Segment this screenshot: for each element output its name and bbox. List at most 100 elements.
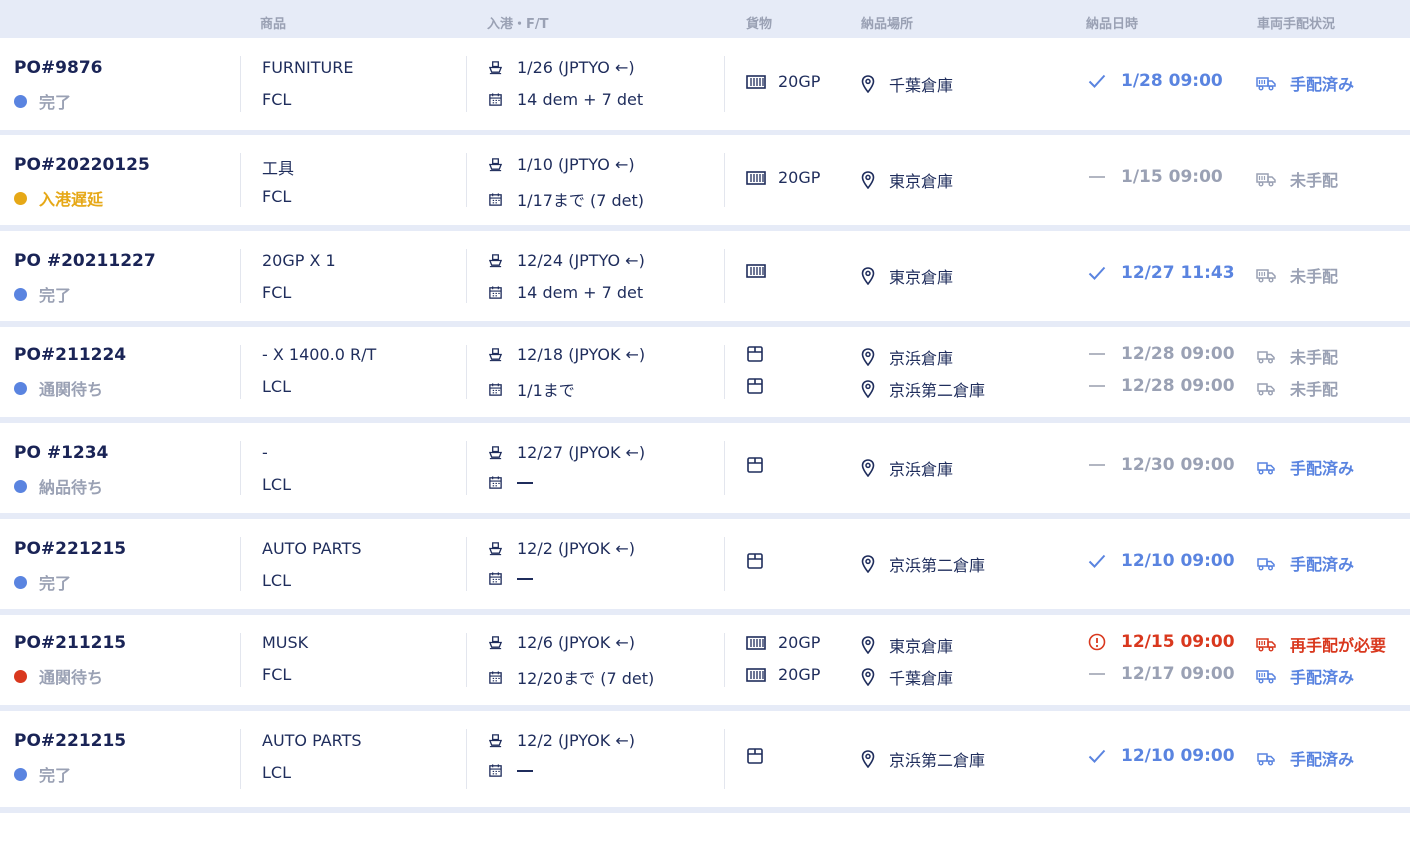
delivery-place: 京浜第二倉庫 (861, 747, 985, 771)
arrangement-status[interactable]: 手配済み (1256, 551, 1354, 575)
check-icon (1087, 74, 1107, 88)
delivery-place-label: 東京倉庫 (889, 172, 954, 191)
dash-icon (1087, 176, 1107, 178)
column-divider (724, 633, 725, 687)
arrangement-label: 手配済み (1290, 668, 1355, 687)
table-row[interactable]: PO#9876 完了 FURNITURE FCL 1/26 (JPTYO ←) 14 de… (0, 38, 1410, 130)
arrangement-label: 再手配が必要 (1290, 636, 1387, 655)
arrangement-status[interactable]: 手配済み (1256, 71, 1354, 95)
arrangement-status[interactable]: 手配済み (1256, 664, 1354, 688)
port-arrival: 1/10 (JPTYO ←) (488, 155, 635, 174)
table-row[interactable]: PO #1234 納品待ち - LCL 12/27 (JPYOK ←) 京浜倉庫 12/30… (0, 423, 1410, 513)
delivery-datetime: 12/15 09:00 (1087, 632, 1235, 652)
delivery-datetime-text: 12/10 09:00 (1121, 551, 1235, 571)
po-number[interactable]: PO#211215 (14, 633, 126, 653)
free-time: 1/1まで (488, 377, 575, 401)
table-row[interactable]: PO#221215 完了 AUTO PARTS LCL 12/2 (JPYOK ←) 京浜… (0, 711, 1410, 807)
location-pin-icon (861, 348, 889, 366)
ship-icon (488, 541, 517, 556)
calendar-icon (488, 475, 517, 490)
table-row[interactable]: PO #20211227 完了 20GP X 1 FCL 12/24 (JPTYO ←)… (0, 231, 1410, 321)
header-port: 入港・F/T (487, 17, 549, 32)
container-icon (746, 264, 778, 278)
delivery-place-label: 京浜第二倉庫 (889, 556, 986, 575)
column-divider (724, 537, 725, 591)
arrangement-status[interactable]: 未手配 (1256, 167, 1338, 191)
table-row[interactable]: PO#221215 完了 AUTO PARTS LCL 12/2 (JPYOK ←) 京浜… (0, 519, 1410, 609)
arrangement-status[interactable]: 未手配 (1256, 344, 1338, 368)
table-row[interactable]: PO#20220125 入港遅延 工具 FCL 1/10 (JPTYO ←) 1/17まで… (0, 135, 1410, 225)
column-divider (240, 729, 241, 789)
po-number[interactable]: PO#221215 (14, 731, 126, 751)
po-number[interactable]: PO#221215 (14, 539, 126, 559)
check-icon (1087, 554, 1107, 568)
delivery-place: 京浜倉庫 (861, 456, 953, 480)
delivery-datetime: 1/28 09:00 (1087, 71, 1223, 91)
table-row[interactable]: PO#211215 通関待ち MUSK FCL 12/6 (JPYOK ←) 12/20ま… (0, 615, 1410, 705)
free-time (488, 763, 533, 778)
column-divider (466, 153, 467, 207)
arrangement-label: 手配済み (1290, 75, 1355, 94)
cargo-cell: 20GP (746, 665, 820, 684)
delivery-place: 東京倉庫 (861, 633, 953, 657)
status-dot-icon (14, 575, 27, 589)
arrangement-status[interactable]: 手配済み (1256, 455, 1354, 479)
arrangement-label: 未手配 (1290, 171, 1339, 190)
po-number[interactable]: PO#9876 (14, 58, 102, 78)
ship-icon (488, 733, 517, 748)
cargo-size: 20GP (778, 633, 821, 652)
table-row[interactable]: PO#211224 通関待ち - X 1400.0 R/T LCL 12/18 (JPY… (0, 327, 1410, 417)
status-dot-icon (14, 381, 27, 395)
ship-icon (488, 253, 517, 268)
status-label: 完了 (39, 574, 72, 593)
column-divider (724, 441, 725, 495)
arrangement-status[interactable]: 再手配が必要 (1256, 632, 1386, 656)
ship-icon (488, 347, 517, 362)
po-number[interactable]: PO #1234 (14, 443, 108, 463)
truck-icon (1256, 556, 1290, 571)
ship-icon (488, 60, 517, 75)
product-name: 20GP X 1 (262, 251, 336, 270)
box-icon (746, 377, 776, 395)
port-arrival-text: 12/6 (JPYOK ←) (517, 633, 635, 652)
ship-icon (488, 635, 517, 650)
port-arrival: 12/24 (JPTYO ←) (488, 251, 645, 270)
delivery-datetime-text: 1/28 09:00 (1121, 71, 1223, 91)
shipment-type: LCL (262, 377, 291, 396)
column-divider (240, 633, 241, 687)
dash-icon (1087, 673, 1107, 675)
cargo-cell (746, 345, 776, 363)
location-pin-icon (861, 459, 889, 477)
port-arrival-text: 1/10 (JPTYO ←) (517, 155, 635, 174)
container-icon (746, 635, 778, 650)
po-number[interactable]: PO #20211227 (14, 251, 156, 271)
arrangement-status[interactable]: 未手配 (1256, 263, 1338, 287)
shipment-type: LCL (262, 475, 291, 494)
free-time-text: 1/17まで (7 det) (517, 191, 645, 210)
cargo-cell: 20GP (746, 168, 820, 187)
column-divider (240, 153, 241, 207)
cargo-cell (746, 747, 776, 765)
calendar-icon (488, 192, 517, 207)
column-divider (240, 345, 241, 399)
status-dot-icon (14, 191, 27, 205)
arrangement-status[interactable]: 未手配 (1256, 376, 1338, 400)
container-icon (746, 74, 778, 89)
delivery-place-label: 京浜第二倉庫 (889, 381, 986, 400)
port-arrival-text: 12/24 (JPTYO ←) (517, 251, 645, 270)
port-arrival: 12/27 (JPYOK ←) (488, 443, 645, 462)
check-icon (1087, 749, 1107, 763)
po-number[interactable]: PO#20220125 (14, 155, 150, 175)
po-number[interactable]: PO#211224 (14, 345, 126, 365)
column-divider (466, 56, 467, 112)
ship-icon (488, 157, 517, 172)
truck-icon (1256, 349, 1290, 364)
product-name: - (262, 443, 268, 462)
arrangement-status[interactable]: 手配済み (1256, 746, 1354, 770)
column-divider (466, 345, 467, 399)
column-divider (724, 153, 725, 207)
status-dot-icon (14, 669, 27, 683)
delivery-datetime: 1/15 09:00 (1087, 167, 1223, 187)
port-arrival: 1/26 (JPTYO ←) (488, 58, 635, 77)
delivery-place: 千葉倉庫 (861, 72, 953, 96)
